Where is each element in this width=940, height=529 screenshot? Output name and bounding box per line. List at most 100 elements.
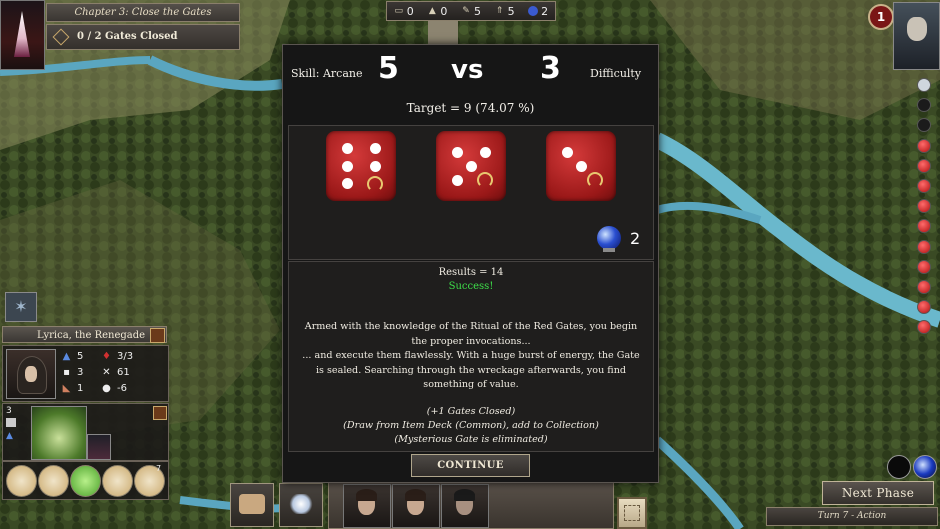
difficulty-value: 3 <box>540 51 561 86</box>
omen-blue-icon[interactable] <box>913 455 937 479</box>
skill-value: 5 <box>378 51 399 86</box>
asset-badge-icon[interactable] <box>153 406 167 420</box>
arcane-small-icon: ▲ <box>6 431 13 441</box>
item-scroll-3[interactable] <box>102 465 133 497</box>
skill-label: Skill: Arcane <box>291 67 363 80</box>
spell-icon[interactable]: ✶ <box>5 292 37 322</box>
spell-cast-button[interactable] <box>279 483 323 527</box>
orb-stand <box>603 248 615 252</box>
item-scroll-2[interactable] <box>38 465 69 497</box>
speech-icon: ▪ <box>63 367 70 378</box>
portrait-hair-icon <box>405 489 426 501</box>
doom-pip <box>917 138 931 153</box>
omen-dark-icon[interactable] <box>887 455 911 479</box>
doom-pip <box>917 118 931 133</box>
effect-line-2: (Draw from Item Deck (Common), add to Co… <box>343 420 599 431</box>
bag-icon <box>239 494 265 514</box>
party-member-1[interactable] <box>343 484 391 528</box>
resource-bells: ▲ 0 <box>428 4 448 18</box>
doom-pip <box>917 239 931 254</box>
character-panel: ▲ 5 ♦ 3/3 ▪ 3 ✕ 61 ◣ 1 ● -6 <box>2 345 169 402</box>
gate-card[interactable] <box>87 434 111 460</box>
resource-feathers: ✎ 5 <box>462 4 481 18</box>
item-scroll-1[interactable] <box>6 465 37 497</box>
result-panel: Results = 14 Success! Armed with the kno… <box>288 261 654 452</box>
gate-portal-thumbnail[interactable] <box>0 0 45 70</box>
doom-pip <box>917 199 931 214</box>
doom-pip <box>917 320 931 335</box>
die-pip <box>465 160 477 172</box>
item-row: 7 <box>2 461 169 500</box>
doom-pip <box>917 279 931 294</box>
asset-card-forest[interactable] <box>31 406 87 460</box>
resource-arrows: ⇑ 5 <box>495 4 515 18</box>
arrows-icon: ⇑ <box>495 6 504 16</box>
doom-skull-icon <box>917 78 931 92</box>
dice-area: 2 <box>288 125 654 260</box>
success-moon-icon <box>587 172 603 188</box>
ancient-one-portrait[interactable] <box>893 2 940 70</box>
character-badge-icon[interactable] <box>150 328 165 343</box>
next-phase-button[interactable]: Next Phase <box>822 481 934 505</box>
die-pip <box>341 143 353 154</box>
resource-bar: ▭ 0 ▲ 0 ✎ 5 ⇑ 5 2 <box>386 1 556 21</box>
success-moon-icon <box>477 172 493 188</box>
party-member-3[interactable] <box>441 484 489 528</box>
die-3 <box>546 131 616 201</box>
sanity-icon: ● <box>102 383 111 394</box>
skill-check-dialog: Skill: Arcane 5 vs 3 Difficulty Target =… <box>282 44 659 483</box>
objective-diamond-icon <box>52 28 70 46</box>
die-pip <box>479 146 491 158</box>
item-count: 7 <box>156 464 162 473</box>
item-potion[interactable] <box>70 465 101 497</box>
die-pip <box>451 174 463 186</box>
stat-influence: ▪ 3 <box>61 367 83 378</box>
skull-face-icon <box>907 17 927 41</box>
die-pip <box>341 178 353 189</box>
party-member-2[interactable] <box>392 484 440 528</box>
success-moon-icon <box>367 175 383 192</box>
asset-count: 3 <box>6 406 12 416</box>
die-pip <box>369 160 381 172</box>
doom-track <box>917 78 931 340</box>
map-icon <box>624 505 640 521</box>
character-portrait[interactable] <box>6 349 56 399</box>
resource-books: ▭ 0 <box>394 4 414 18</box>
die-pip <box>561 146 573 158</box>
target-text: Target = 9 (74.07 %) <box>406 101 535 115</box>
inventory-bag-button[interactable] <box>230 483 274 527</box>
versus-label: vs <box>451 55 484 85</box>
character-name: Lyrica, the Renegade <box>37 330 146 341</box>
die-pip <box>341 160 353 172</box>
book-icon: ▭ <box>394 6 404 16</box>
clue-orb-icon[interactable] <box>597 226 621 252</box>
die-pip <box>369 143 381 154</box>
arcane-icon: ▲ <box>62 351 71 362</box>
objective-progress[interactable]: 0 / 2 Gates Closed <box>46 24 240 50</box>
story-line-1: Armed with the knowledge of the Ritual o… <box>304 321 638 347</box>
stat-strength: ◣ 1 <box>62 383 84 394</box>
magic-hand-icon <box>288 494 314 514</box>
character-name-bar[interactable]: Lyrica, the Renegade <box>2 326 167 343</box>
asset-row: 3 ▲ <box>2 403 169 461</box>
doom-counter-badge[interactable]: 1 <box>868 4 894 30</box>
doom-pip <box>917 98 931 113</box>
swords-icon: ✕ <box>102 367 111 378</box>
die-pip <box>575 160 587 172</box>
map-button[interactable] <box>617 497 647 529</box>
health-icon: ♦ <box>102 351 111 362</box>
continue-button[interactable]: CONTINUE <box>411 454 530 477</box>
feather-icon: ✎ <box>462 6 470 16</box>
face-icon <box>25 366 37 382</box>
effects-text: (+1 Gates Closed) (Draw from Item Deck (… <box>301 405 641 447</box>
resource-orbs: 2 <box>528 5 548 18</box>
stat-health: ♦ 3/3 <box>102 351 134 362</box>
chapter-title: Chapter 3: Close the Gates <box>46 3 240 22</box>
portrait-hood-icon <box>454 489 475 501</box>
orb-icon <box>528 6 539 16</box>
strength-icon: ◣ <box>62 383 71 394</box>
story-line-2: ... and execute them flawlessly. With a … <box>302 350 640 390</box>
die-1 <box>326 131 396 201</box>
stat-combat: ✕ 61 <box>102 367 130 378</box>
doom-pip <box>917 178 931 193</box>
